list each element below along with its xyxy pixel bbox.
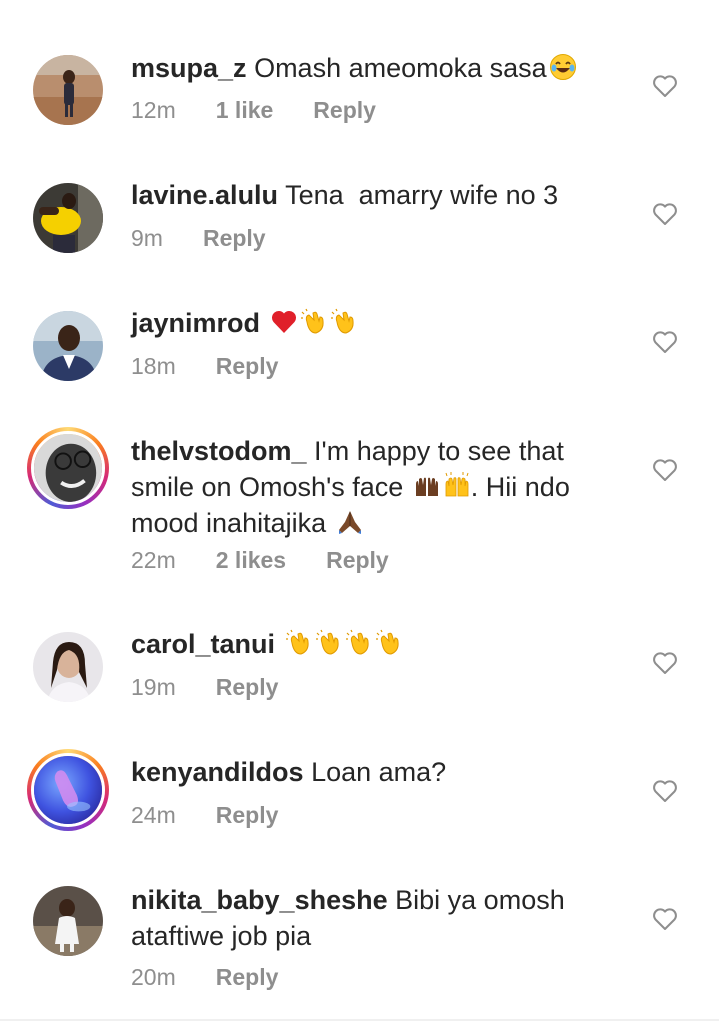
avatar xyxy=(31,431,105,505)
clapping-hands-emoji-icon xyxy=(345,629,373,657)
heart-outline-icon[interactable] xyxy=(652,330,678,354)
comment-text-line: . Hii ndo xyxy=(470,472,570,502)
comment-body: carol_tanui xyxy=(131,626,631,662)
comment-time: 18m xyxy=(131,353,176,379)
avatar[interactable] xyxy=(33,311,103,381)
clapping-hands-emoji-icon xyxy=(330,308,358,336)
comment-text-line: mood inahitajika xyxy=(131,508,327,538)
heart-outline-icon[interactable] xyxy=(652,779,678,803)
comment-time: 19m xyxy=(131,674,176,700)
comment-time: 20m xyxy=(131,964,176,990)
avatar-story-ring[interactable] xyxy=(27,749,109,831)
comment-meta: 18m Reply xyxy=(131,353,278,380)
heart-outline-icon[interactable] xyxy=(652,74,678,98)
raising-hands-emoji-icon xyxy=(443,472,471,500)
comment-username[interactable]: kenyandildos xyxy=(131,757,304,787)
clapping-hands-emoji-icon xyxy=(285,629,313,657)
reply-button[interactable]: Reply xyxy=(216,802,279,829)
folded-hands-emoji-icon xyxy=(336,508,364,536)
comment-text-line: I'm happy to see that xyxy=(314,436,564,466)
heart-outline-icon[interactable] xyxy=(652,458,678,482)
comment-time: 12m xyxy=(131,97,176,123)
reply-button[interactable]: Reply xyxy=(216,353,279,380)
comment-text-line: ataftiwe job pia xyxy=(131,921,312,951)
reply-button[interactable]: Reply xyxy=(216,674,279,701)
comment-body: nikita_baby_sheshe Bibi ya omosh ataftiw… xyxy=(131,882,631,954)
reply-button[interactable]: Reply xyxy=(326,547,389,574)
comment-text-line: smile on Omosh's face xyxy=(131,472,404,502)
comment-body: msupa_z Omash ameomoka sasa xyxy=(131,50,631,86)
red-heart-emoji-icon xyxy=(270,308,298,336)
comment-text: Omash ameomoka sasa xyxy=(254,53,547,83)
avatar[interactable] xyxy=(33,632,103,702)
clapping-hands-emoji-icon xyxy=(300,308,328,336)
comment-body: kenyandildos Loan ama? xyxy=(131,754,631,790)
comment-time: 9m xyxy=(131,225,163,251)
avatar[interactable] xyxy=(33,183,103,253)
comment-username[interactable]: carol_tanui xyxy=(131,629,275,659)
avatar[interactable] xyxy=(33,886,103,956)
comment-username[interactable]: nikita_baby_sheshe xyxy=(131,885,388,915)
reply-button[interactable]: Reply xyxy=(313,97,376,124)
comment-username[interactable]: jaynimrod xyxy=(131,308,260,338)
comment-meta: 19m Reply xyxy=(131,674,278,701)
comment-likes-count[interactable]: 2 likes xyxy=(216,547,286,574)
comment-text: Loan ama? xyxy=(311,757,447,787)
comment-username[interactable]: lavine.alulu xyxy=(131,180,278,210)
heart-outline-icon[interactable] xyxy=(652,907,678,931)
clapping-hands-emoji-icon xyxy=(375,629,403,657)
avatar-story-ring[interactable] xyxy=(27,427,109,509)
comment-time: 22m xyxy=(131,547,176,573)
reply-button[interactable]: Reply xyxy=(203,225,266,252)
heart-outline-icon[interactable] xyxy=(652,202,678,226)
comment-text-line: Bibi ya omosh xyxy=(395,885,565,915)
comment-username[interactable]: thelvstodom_ xyxy=(131,436,307,466)
comment-meta: 12m 1 like Reply xyxy=(131,97,376,124)
comment-likes-count[interactable]: 1 like xyxy=(216,97,274,124)
avatar xyxy=(31,753,105,827)
avatar[interactable] xyxy=(33,55,103,125)
comment-body: jaynimrod xyxy=(131,305,631,341)
raising-hands-dark-emoji-icon xyxy=(413,472,441,500)
comment-time: 24m xyxy=(131,802,176,828)
comment-body: lavine.alulu Tena amarry wife no 3 xyxy=(131,177,631,213)
comment-meta: 22m 2 likes Reply xyxy=(131,547,389,574)
comment-meta: 24m Reply xyxy=(131,802,278,829)
comment-text: Tena amarry wife no 3 xyxy=(285,180,559,210)
comment-meta: 20m Reply xyxy=(131,964,278,991)
laughing-tears-emoji-icon xyxy=(549,53,577,81)
comment-username[interactable]: msupa_z xyxy=(131,53,247,83)
comment-body: thelvstodom_ I'm happy to see that smile… xyxy=(131,433,631,541)
comment-meta: 9m Reply xyxy=(131,225,266,252)
heart-outline-icon[interactable] xyxy=(652,651,678,675)
reply-button[interactable]: Reply xyxy=(216,964,279,991)
clapping-hands-emoji-icon xyxy=(315,629,343,657)
